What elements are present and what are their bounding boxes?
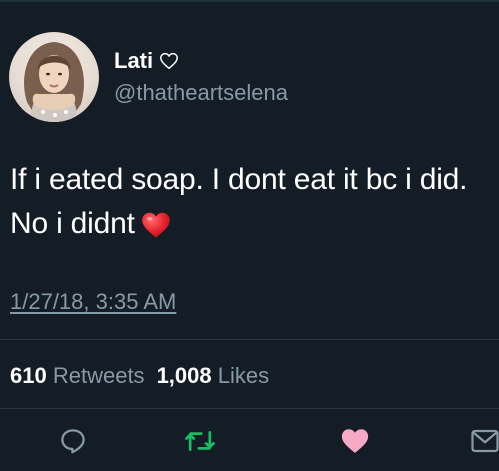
tweet: Lati @thatheartselena If i eated soap. I… (0, 0, 499, 471)
timestamp[interactable]: 1/27/18, 3:35 AM (10, 289, 176, 315)
direct-message-button[interactable] (468, 426, 499, 460)
name-row: Lati (114, 48, 179, 74)
red-heart-emoji (141, 208, 171, 252)
retweets-count[interactable]: 610 (10, 363, 47, 388)
retweets-label[interactable]: Retweets (53, 363, 145, 388)
likes-label[interactable]: Likes (218, 363, 269, 388)
handle[interactable]: @thatheartselena (114, 80, 288, 106)
display-name[interactable]: Lati (114, 48, 153, 74)
likes-count[interactable]: 1,008 (157, 363, 212, 388)
divider (0, 339, 499, 340)
retweet-button[interactable] (183, 426, 217, 460)
avatar[interactable] (9, 32, 99, 122)
retweet-icon (184, 426, 216, 461)
reply-button[interactable] (56, 426, 90, 460)
reply-icon (58, 426, 88, 461)
tweet-text: If i eated soap. I dont eat it bc i did.… (10, 158, 490, 252)
engagement-stats: 610 Retweets 1,008 Likes (10, 363, 269, 389)
like-button[interactable] (338, 426, 372, 460)
tweet-body: If i eated soap. I dont eat it bc i did.… (10, 163, 468, 240)
like-icon (340, 427, 370, 460)
direct-message-icon (470, 428, 499, 459)
divider (0, 408, 499, 409)
heart-outline-icon (159, 52, 179, 70)
